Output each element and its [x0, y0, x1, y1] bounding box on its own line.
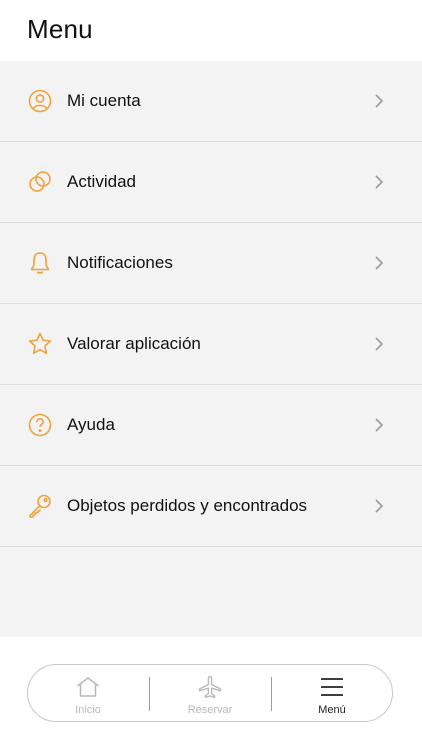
menu-item-ayuda[interactable]: Ayuda: [0, 385, 422, 466]
menu-item-actividad[interactable]: Actividad: [0, 142, 422, 223]
chevron-right-icon: [372, 92, 386, 110]
menu-list: Mi cuenta Actividad Notificaciones Valor…: [0, 61, 422, 637]
menu-item-valorar-aplicacion[interactable]: Valorar aplicación: [0, 304, 422, 385]
chevron-right-icon: [372, 254, 386, 272]
header: Menu: [0, 0, 422, 61]
menu-item-label: Valorar aplicación: [67, 334, 201, 353]
chevron-right-icon: [372, 173, 386, 191]
menu-item-mi-cuenta[interactable]: Mi cuenta: [0, 61, 422, 142]
home-icon: [75, 675, 101, 699]
chevron-right-icon: [372, 497, 386, 515]
tab-label: Inicio: [75, 704, 101, 716]
menu-item-label: Actividad: [67, 172, 136, 191]
chevron-right-icon: [372, 416, 386, 434]
hamburger-icon: [319, 675, 345, 699]
tab-reservar[interactable]: Reservar: [150, 665, 270, 721]
overlapping-circles-icon: [27, 169, 53, 195]
star-icon: [27, 331, 53, 357]
menu-item-label: Ayuda: [67, 415, 115, 434]
tab-label: Reservar: [187, 704, 233, 716]
tab-bar: Inicio Reservar Menú: [27, 664, 393, 722]
airplane-icon: [197, 675, 223, 699]
key-icon: [27, 493, 53, 519]
question-circle-icon: [27, 412, 53, 438]
menu-item-label: Objetos perdidos y encontrados: [67, 496, 308, 515]
tab-inicio[interactable]: Inicio: [28, 665, 148, 721]
page-title: Menu: [27, 14, 93, 44]
tab-label: Menú: [318, 704, 346, 716]
menu-item-notificaciones[interactable]: Notificaciones: [0, 223, 422, 304]
menu-item-label: Mi cuenta: [67, 91, 141, 110]
tab-menu[interactable]: Menú: [272, 665, 392, 721]
menu-item-label: Notificaciones: [67, 253, 173, 272]
bottom-navigation: Inicio Reservar Menú: [0, 637, 422, 750]
chevron-right-icon: [372, 335, 386, 353]
menu-item-objetos-perdidos[interactable]: Objetos perdidos y encontrados: [0, 466, 422, 547]
bell-icon: [27, 250, 53, 276]
user-circle-icon: [27, 88, 53, 114]
